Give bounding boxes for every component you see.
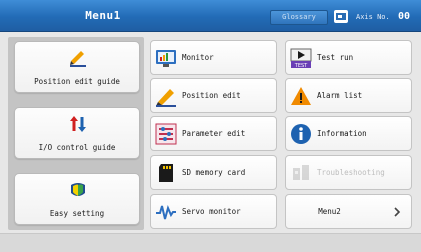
glossary-button[interactable]: Glossary — [270, 10, 328, 25]
easy-setting-icon — [71, 183, 85, 196]
parameter-edit-icon — [155, 123, 177, 145]
test-run-icon: TEST — [290, 48, 312, 69]
axis-label: Axis No. — [356, 13, 390, 21]
waveform-icon — [156, 204, 176, 220]
parameter-edit-label: Parameter edit — [182, 129, 246, 138]
axis-icon — [334, 10, 348, 23]
menu1-screen: Menu1 Glossary Axis No. 00 Position edit… — [0, 0, 421, 252]
information-label: Information — [317, 129, 367, 138]
position-edit-button[interactable]: Position edit — [150, 78, 277, 113]
menu2-button[interactable]: Menu2 — [285, 194, 412, 229]
easy-setting-label: Easy setting — [49, 209, 105, 218]
parameter-edit-button[interactable]: Parameter edit — [150, 116, 277, 151]
information-button[interactable]: Information — [285, 116, 412, 151]
svg-text:TEST: TEST — [294, 63, 308, 69]
servo-monitor-button[interactable]: Servo monitor — [150, 194, 277, 229]
alarm-list-button[interactable]: Alarm list — [285, 78, 412, 113]
troubleshooting-icon — [293, 165, 309, 180]
chevron-right-icon — [394, 207, 401, 217]
header-bar: Menu1 Glossary Axis No. 00 — [0, 0, 421, 32]
monitor-icon — [156, 50, 176, 67]
footer-bar — [0, 233, 421, 252]
test-run-button[interactable]: TEST Test run — [285, 40, 412, 75]
position-edit-guide-label: Position edit guide — [34, 77, 120, 86]
alarm-icon — [291, 87, 311, 105]
alarm-list-label: Alarm list — [317, 91, 363, 100]
monitor-button[interactable]: Monitor — [150, 40, 277, 75]
troubleshooting-label: Troubleshooting — [317, 168, 385, 177]
page-title: Menu1 — [85, 9, 121, 22]
servo-monitor-label: Servo monitor — [182, 207, 241, 216]
pencil-guide-icon — [70, 51, 86, 67]
monitor-label: Monitor — [182, 53, 214, 62]
io-control-guide-label: I/O control guide — [38, 143, 116, 152]
info-icon — [291, 124, 311, 144]
sd-memory-card-button[interactable]: SD memory card — [150, 155, 277, 190]
io-control-guide-button[interactable]: I/O control guide — [14, 107, 140, 159]
axis-number: 00 — [398, 11, 411, 22]
position-edit-guide-button[interactable]: Position edit guide — [14, 41, 140, 93]
sd-memory-card-label: SD memory card — [182, 168, 246, 177]
position-edit-label: Position edit — [182, 91, 241, 100]
menu2-label: Menu2 — [318, 207, 341, 216]
troubleshooting-button: Troubleshooting — [285, 155, 412, 190]
io-arrows-icon — [70, 116, 86, 132]
sd-card-icon — [159, 164, 173, 182]
easy-setting-button[interactable]: Easy setting — [14, 173, 140, 225]
pencil-icon — [156, 89, 176, 107]
test-run-label: Test run — [317, 53, 354, 62]
